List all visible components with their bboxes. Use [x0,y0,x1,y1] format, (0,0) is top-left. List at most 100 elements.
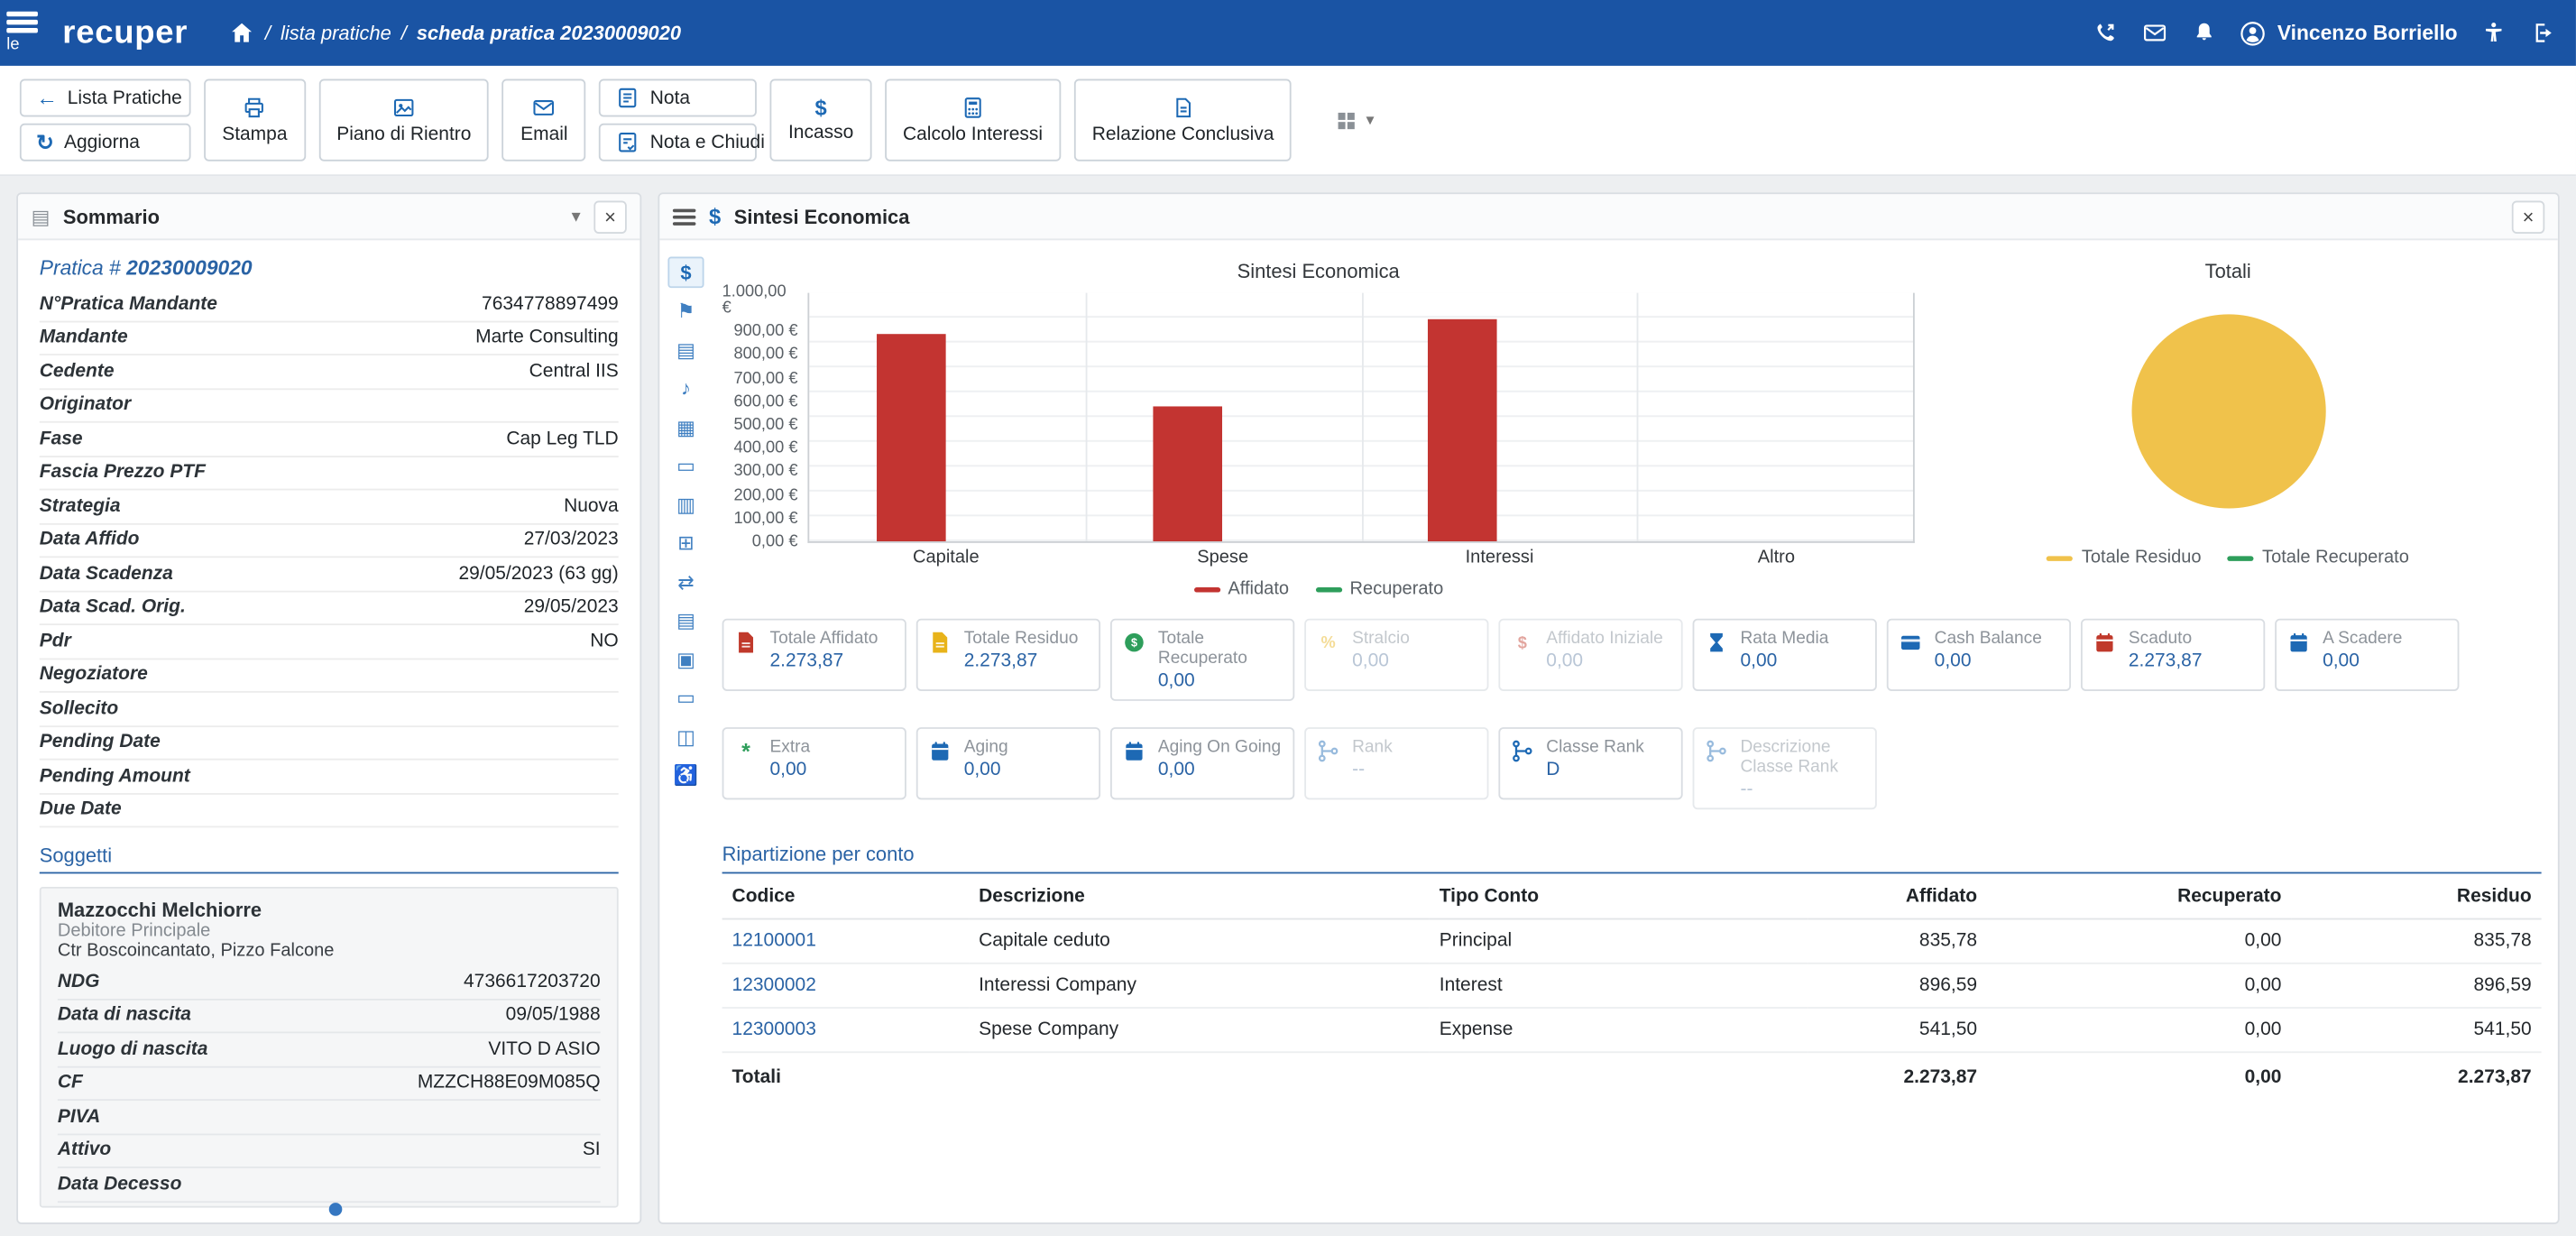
field-row-fascia-prezzo-ptf: Fascia Prezzo PTF [40,457,619,490]
conto-code-link[interactable]: 12100001 [722,919,970,964]
bar-chart-legend: Affidato Recuperato [722,579,1915,599]
calcolo-interessi-button[interactable]: Calcolo Interessi [885,79,1061,161]
legend-item-totale-residuo[interactable]: Totale Residuo [2047,548,2202,567]
panel-menu-icon[interactable] [673,208,696,225]
field-row-cedente: CedenteCentral IIS [40,355,619,389]
kpi-body: Affidato Iniziale0,00 [1546,629,1663,681]
side-tab-subjects-icon[interactable]: ♿ [667,760,704,791]
table-cell: 0,00 [1987,1008,2291,1052]
aggiorna-button[interactable]: ↻Aggiorna [20,124,191,161]
field-row-attivo: AttivoSI [58,1134,601,1167]
kpi-totale-affidato[interactable]: Totale Affidato2.273,87 [722,619,906,691]
incasso-button[interactable]: $ Incasso [770,79,871,161]
phone-icon[interactable] [2092,19,2120,47]
kpi-body: Totale Recuperato0,00 [1158,629,1283,692]
bell-icon[interactable] [2190,19,2218,47]
kpi-extra[interactable]: *Extra0,00 [722,727,906,799]
x-axis: CapitaleSpeseInteressiAltro [807,548,1914,567]
pie-circle[interactable] [2131,314,2325,508]
horizontal-scrollbar-thumb[interactable] [329,1203,343,1216]
kpi-body: Descrizione Classe Rank-- [1740,737,1865,800]
user-menu[interactable]: Vincenzo Borriello [2240,19,2458,47]
kpi-aging[interactable]: Aging0,00 [916,727,1100,799]
side-tab-folders-icon[interactable]: ◫ [667,721,704,752]
column-header-codice: Codice [722,874,970,919]
side-tab-transfers-icon[interactable]: ⇄ [667,566,704,597]
kpi-affidato-iniziale[interactable]: $ Affidato Iniziale0,00 [1498,619,1682,691]
nota-button[interactable]: Nota [599,79,757,117]
kpi-stralcio[interactable]: %Stralcio0,00 [1304,619,1488,691]
kpi-value: 0,00 [1935,651,2042,671]
sommario-header: ▤ Sommario ▾ × [18,194,639,240]
menu-toggle[interactable]: le [6,12,46,54]
conto-code-link[interactable]: 12300003 [722,1008,970,1052]
kpi-scaduto[interactable]: Scaduto2.273,87 [2081,619,2265,691]
layout-menu-button[interactable]: ▾ [1335,96,1375,145]
field-row-luogo-di-nascita: Luogo di nascitaVITO D ASIO [58,1033,601,1066]
kpi-rank[interactable]: Rank-- [1304,727,1488,799]
side-tab-table-icon[interactable]: ⊞ [667,527,704,558]
side-tab-calendar-icon[interactable]: ▦ [667,411,704,443]
hamburger-icon[interactable] [6,12,38,33]
kpi-label: Aging [964,737,1008,757]
table-cell: 896,59 [2291,964,2541,1008]
kpi-totale-recuperato[interactable]: $Totale Recuperato0,00 [1110,619,1294,701]
field-row-originator: Originator [40,389,619,422]
accessibility-icon[interactable] [2479,19,2507,47]
y-axis-tick: 200,00 € [733,488,797,504]
breadcrumb-lista-pratiche[interactable]: lista pratiche [281,22,391,45]
kpi-descrizione-classe-rank[interactable]: Descrizione Classe Rank-- [1693,727,1877,809]
soggetto-card[interactable]: Mazzocchi Melchiorre Debitore Principale… [40,887,619,1207]
field-value: Cap Leg TLD [506,429,618,449]
table-cell: 541,50 [1808,1008,1987,1052]
kpi-rata-media[interactable]: Rata Media0,00 [1693,619,1877,691]
pie-chart: Totali Totale ResiduoTotale Recuperato [1915,250,2542,599]
conto-code-link[interactable]: 12300002 [722,964,970,1008]
soggetti-section-title: Soggetti [40,844,619,874]
legend-item-recuperato[interactable]: Recuperato [1315,579,1443,599]
side-tab-notes-icon[interactable]: ▤ [667,334,704,365]
branch-icon [1510,737,1538,789]
sommario-title: Sommario [63,205,160,228]
lista-pratiche-button[interactable]: ←Lista Pratiche [20,79,191,117]
kpi-body: Aging On Going0,00 [1158,737,1281,789]
kpi-totale-residuo[interactable]: Totale Residuo2.273,87 [916,619,1100,691]
sintesi-close-button[interactable]: × [2512,200,2544,233]
logout-icon[interactable] [2528,19,2556,47]
legend-item-affidato[interactable]: Affidato [1193,579,1289,599]
table-cell: 0,00 [1987,964,2291,1008]
kpi-label: Classe Rank [1546,737,1644,757]
collapse-chevron-icon[interactable]: ▾ [572,206,581,227]
kpi-label: Aging On Going [1158,737,1281,757]
email-button[interactable]: Email [502,79,586,161]
svg-text:$: $ [1518,632,1527,651]
field-label: CF [58,1074,83,1093]
mail-icon[interactable] [2141,19,2169,47]
side-tab-economics-icon[interactable]: $ [667,256,704,288]
kpi-cash-balance[interactable]: Cash Balance0,00 [1887,619,2071,691]
field-value: 29/05/2023 [524,597,619,617]
app-logo[interactable]: recuper [62,14,188,52]
home-icon[interactable] [227,19,255,47]
side-tab-cards-icon[interactable]: ▭ [667,682,704,714]
kpi-a-scadere[interactable]: A Scadere0,00 [2275,619,2459,691]
kpi-body: Rata Media0,00 [1740,629,1828,681]
side-tab-archive-icon[interactable]: ▣ [667,643,704,675]
kpi-classe-rank[interactable]: Classe RankD [1498,727,1682,799]
column-header-tipo-conto: Tipo Conto [1430,874,1808,919]
side-tab-documents-icon[interactable]: ▤ [667,604,704,636]
piano-di-rientro-button[interactable]: Piano di Rientro [318,79,489,161]
menu-caption: le [6,38,19,54]
kpi-aging-on-going[interactable]: Aging On Going0,00 [1110,727,1294,799]
legend-item-totale-recuperato[interactable]: Totale Recuperato [2228,548,2409,567]
side-tab-flags-icon[interactable]: ⚑ [667,295,704,327]
sommario-close-button[interactable]: × [593,200,626,233]
side-tab-activity-icon[interactable]: ♪ [667,373,704,404]
side-tab-chart-icon[interactable]: ▥ [667,489,704,521]
stampa-button[interactable]: Stampa [204,79,305,161]
nota-e-chiudi-button[interactable]: Nota e Chiudi [599,124,757,161]
relazione-conclusiva-button[interactable]: Relazione Conclusiva [1074,79,1293,161]
soggetto-ruolo: Debitore Principale [58,921,601,941]
side-tab-payments-icon[interactable]: ▭ [667,450,704,482]
toolbar: ←Lista Pratiche ↻Aggiorna Stampa Piano d… [0,66,2576,176]
